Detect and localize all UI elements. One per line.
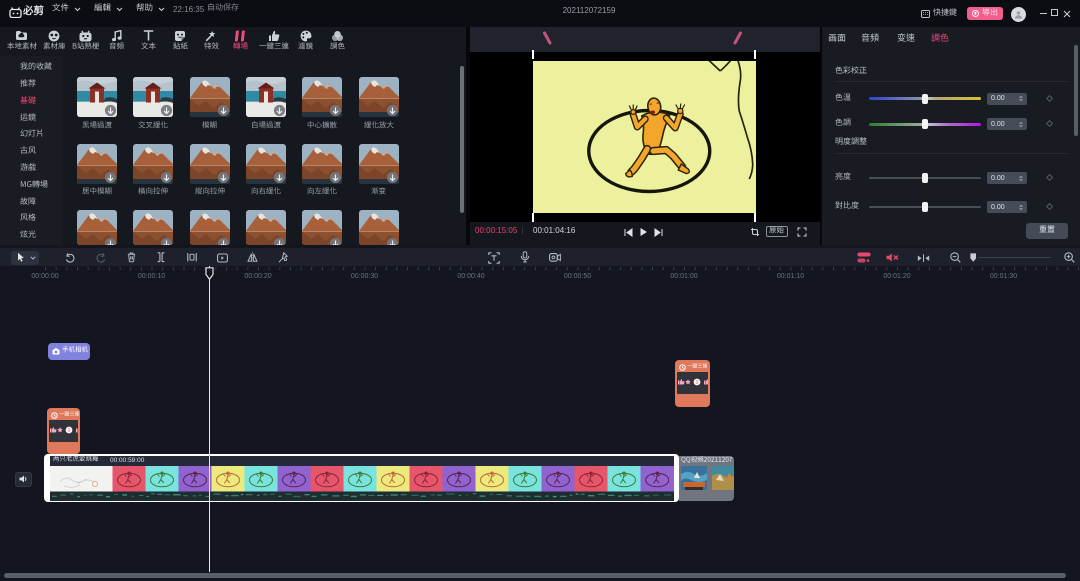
svg-text:0: 0 <box>696 380 699 386</box>
svg-text:0: 0 <box>68 428 71 434</box>
